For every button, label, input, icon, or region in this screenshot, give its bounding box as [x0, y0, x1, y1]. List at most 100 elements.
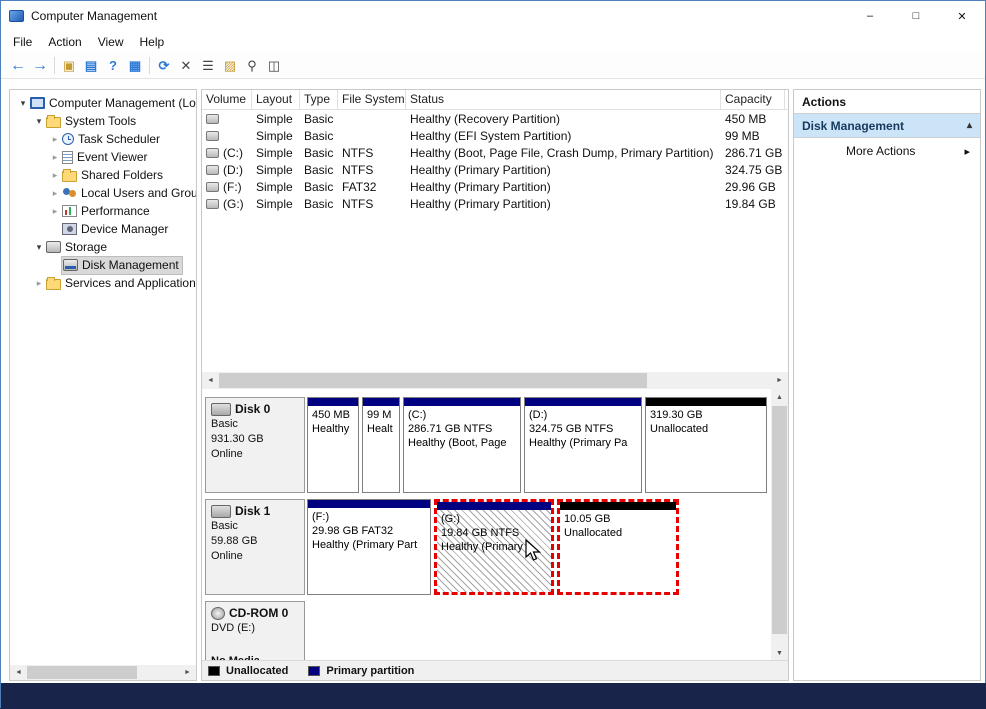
- tree-item-task-scheduler[interactable]: ▸ Task Scheduler: [10, 130, 196, 148]
- scroll-up-icon[interactable]: ▲: [771, 389, 788, 406]
- volume-capacity: 19.84 GB: [721, 197, 785, 211]
- minimize-button[interactable]: –: [847, 1, 893, 31]
- actions-group-disk-management[interactable]: Disk Management ▴: [794, 114, 980, 138]
- close-button[interactable]: ✕: [939, 1, 985, 31]
- tree-item-performance[interactable]: ▸ Performance: [10, 202, 196, 220]
- storage-icon: [46, 241, 61, 253]
- column-header-status[interactable]: Status: [406, 90, 721, 109]
- chevron-collapsed-icon[interactable]: ▸: [48, 152, 62, 163]
- volume-row[interactable]: Simple Basic Healthy (EFI System Partiti…: [202, 127, 788, 144]
- scrollbar-thumb[interactable]: [219, 373, 647, 388]
- volume-status: Healthy (Primary Partition): [406, 197, 721, 211]
- volume-row[interactable]: (G:) Simple Basic NTFS Healthy (Primary …: [202, 195, 788, 212]
- selected-tree-item-highlight: Disk Management: [62, 257, 182, 274]
- tree-item-disk-management[interactable]: Disk Management: [10, 256, 196, 274]
- chevron-expanded-icon[interactable]: ▾: [16, 98, 30, 109]
- actions-panel: Actions Disk Management ▴ More Actions ▸: [793, 89, 981, 681]
- disk-size: 931.30 GB: [211, 432, 299, 447]
- export-list-icon[interactable]: ▦: [124, 55, 146, 77]
- menu-help[interactable]: Help: [132, 33, 173, 51]
- disk-name: CD-ROM 0: [229, 606, 288, 621]
- tree-item-storage[interactable]: ▾ Storage: [10, 238, 196, 256]
- tree-item-event-viewer[interactable]: ▸ Event Viewer: [10, 148, 196, 166]
- tree-item-services-applications[interactable]: ▸ Services and Applications: [10, 274, 196, 292]
- tree-item-label: Event Viewer: [73, 150, 147, 164]
- chevron-collapsed-icon[interactable]: ▸: [48, 206, 62, 217]
- more-actions-item[interactable]: More Actions ▸: [794, 138, 980, 164]
- menu-action[interactable]: Action: [40, 33, 89, 51]
- submenu-arrow-icon[interactable]: ▸: [964, 145, 970, 158]
- partition-color-strip: [308, 500, 430, 508]
- tree-item-shared-folders[interactable]: ▸ Shared Folders: [10, 166, 196, 184]
- partition-unallocated-disk1[interactable]: 10.05 GB Unallocated: [557, 499, 679, 595]
- menu-file[interactable]: File: [5, 33, 40, 51]
- partition-d[interactable]: (D:) 324.75 GB NTFS Healthy (Primary Pa: [524, 397, 642, 493]
- volume-type: Basic: [300, 163, 338, 177]
- scrollbar-thumb[interactable]: [27, 666, 137, 679]
- chevron-expanded-icon[interactable]: ▾: [32, 242, 46, 253]
- tree-horizontal-scrollbar[interactable]: ◄ ►: [10, 665, 196, 680]
- scroll-left-icon[interactable]: ◄: [202, 372, 219, 389]
- disk1-label[interactable]: Disk 1 Basic 59.88 GB Online: [205, 499, 305, 595]
- find-icon[interactable]: ⚲: [241, 55, 263, 77]
- menu-view[interactable]: View: [90, 33, 132, 51]
- partition-f[interactable]: (F:) 29.98 GB FAT32 Healthy (Primary Par…: [307, 499, 431, 595]
- scroll-right-icon[interactable]: ►: [179, 665, 196, 680]
- tree-item-system-tools[interactable]: ▾ System Tools: [10, 112, 196, 130]
- scrollbar-thumb[interactable]: [772, 406, 787, 634]
- partition-unallocated-disk0[interactable]: 319.30 GB Unallocated: [645, 397, 767, 493]
- forward-icon[interactable]: →: [29, 55, 51, 77]
- volume-file-system: NTFS: [338, 197, 406, 211]
- help-icon[interactable]: ?: [102, 55, 124, 77]
- volume-status: Healthy (Primary Partition): [406, 180, 721, 194]
- chevron-collapsed-icon[interactable]: ▸: [32, 278, 46, 289]
- scrollbar-track[interactable]: [771, 634, 788, 645]
- collapse-chevron-icon[interactable]: ▴: [967, 120, 972, 131]
- volume-layout: Simple: [252, 146, 300, 160]
- maximize-button[interactable]: □: [893, 1, 939, 31]
- partition-c[interactable]: (C:) 286.71 GB NTFS Healthy (Boot, Page: [403, 397, 521, 493]
- partition-efi[interactable]: 99 M Healt: [362, 397, 400, 493]
- partition-line: (F:): [312, 510, 426, 524]
- column-header-volume[interactable]: Volume: [202, 90, 252, 109]
- partition-line: Healthy (Primary Pa: [529, 436, 637, 450]
- chevron-collapsed-icon[interactable]: ▸: [48, 134, 62, 145]
- tree-item-computer-management[interactable]: ▾ Computer Management (Local: [10, 94, 196, 112]
- delete-icon[interactable]: ✕: [175, 55, 197, 77]
- chevron-collapsed-icon[interactable]: ▸: [48, 188, 62, 199]
- chevron-expanded-icon[interactable]: ▾: [32, 116, 46, 127]
- disk0-label[interactable]: Disk 0 Basic 931.30 GB Online: [205, 397, 305, 493]
- open-folder-icon[interactable]: ▨: [219, 55, 241, 77]
- volume-row[interactable]: (C:) Simple Basic NTFS Healthy (Boot, Pa…: [202, 144, 788, 161]
- cd-rom-icon: [211, 607, 225, 620]
- up-level-icon[interactable]: ▣: [58, 55, 80, 77]
- column-header-type[interactable]: Type: [300, 90, 338, 109]
- actions-group-label: Disk Management: [802, 119, 967, 133]
- volume-list-horizontal-scrollbar[interactable]: ◄ ►: [202, 372, 788, 389]
- scroll-left-icon[interactable]: ◄: [10, 665, 27, 680]
- tree-item-local-users-groups[interactable]: ▸ Local Users and Groups: [10, 184, 196, 202]
- refresh-icon[interactable]: ⟳: [153, 55, 175, 77]
- volume-drive-icon: [206, 131, 219, 141]
- partition-recovery[interactable]: 450 MB Healthy: [307, 397, 359, 493]
- disk-status: Online: [211, 447, 299, 462]
- disk-tool-icon[interactable]: ◫: [263, 55, 285, 77]
- chevron-collapsed-icon[interactable]: ▸: [48, 170, 62, 181]
- back-icon[interactable]: ←: [7, 55, 29, 77]
- column-header-layout[interactable]: Layout: [252, 90, 300, 109]
- column-header-file-system[interactable]: File System: [338, 90, 406, 109]
- tree-item-device-manager[interactable]: Device Manager: [10, 220, 196, 238]
- toolbar-separator: [54, 57, 55, 74]
- disk-icon: [211, 403, 231, 416]
- cdrom0-label[interactable]: CD-ROM 0 DVD (E:) No Media: [205, 601, 305, 662]
- volume-row[interactable]: (F:) Simple Basic FAT32 Healthy (Primary…: [202, 178, 788, 195]
- show-console-tree-icon[interactable]: ▤: [80, 55, 102, 77]
- column-header-capacity[interactable]: Capacity: [721, 90, 785, 109]
- volume-row[interactable]: Simple Basic Healthy (Recovery Partition…: [202, 110, 788, 127]
- disk-view-vertical-scrollbar[interactable]: ▲ ▼: [771, 389, 788, 662]
- volume-type: Basic: [300, 146, 338, 160]
- volume-row[interactable]: (D:) Simple Basic NTFS Healthy (Primary …: [202, 161, 788, 178]
- properties-icon[interactable]: ☰: [197, 55, 219, 77]
- clock-icon: [62, 133, 74, 145]
- scroll-right-icon[interactable]: ►: [771, 372, 788, 389]
